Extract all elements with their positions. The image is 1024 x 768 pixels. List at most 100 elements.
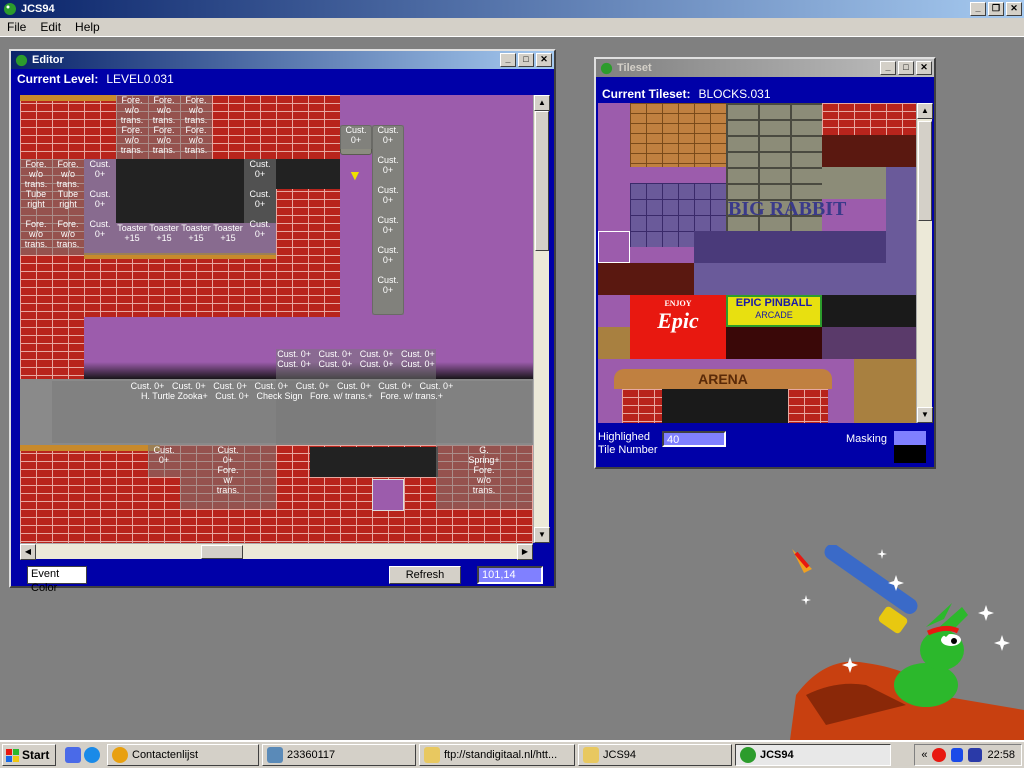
menu-edit[interactable]: Edit [33,20,68,34]
windows-logo-icon [6,748,19,762]
tileset-minimize-button[interactable]: _ [880,61,896,75]
menu-bar: File Edit Help [0,18,1024,37]
tileset-title: Tileset [617,62,652,74]
scroll-right-button[interactable]: ▶ [517,544,533,560]
scroll-thumb[interactable] [201,545,243,559]
highlighted-label: Highlighed Tile Number [598,431,658,457]
ftp-folder-icon [424,747,440,763]
scroll-thumb[interactable] [535,111,549,251]
highlighted-label-line1: Highlighed [598,431,650,443]
folder-icon [583,747,599,763]
antivirus-icon[interactable] [932,748,947,762]
tile-label: G. Spring+ Fore. w/o trans. [436,445,532,509]
start-label: Start [22,748,50,762]
editor-title: Editor [32,54,64,66]
task-label: ftp://standigitaal.nl/htt... [444,749,558,761]
level-bar: Current Level: LEVEL0.031 [11,69,554,89]
pinball-text: EPIC PINBALL [735,297,813,309]
tileset-bar: Current Tileset: BLOCKS.031 [596,84,934,104]
menu-file[interactable]: File [0,20,33,34]
arcade-text: ARCADE [755,310,793,320]
tile-label: Fore. w/o trans. Tube right Fore. w/o trans. [20,159,52,255]
tile-label: Cust. 0+ Fore. w/trans. [180,445,276,509]
tile-label: Fore. w/o trans. Fore. w/o trans. [148,95,180,159]
jazz-icon [740,747,756,763]
task-label: 23360117 [287,749,336,761]
taskbar: Start Contactenlijst 23360117 ftp://stan… [0,740,1024,768]
tile-label-row: Cust. 0+ Cust. 0+ Cust. 0+ Cust. 0+ Cust… [52,381,532,443]
msn-icon [112,747,128,763]
level-canvas[interactable]: ▼ Fore. w/o trans. Fore. w/o trans. Fore. w/o t… [20,95,533,543]
minimize-button[interactable]: _ [970,2,986,16]
tileset-value: BLOCKS.031 [698,87,771,101]
jazz-icon [4,3,16,15]
tileset-canvas[interactable]: BIG RABBIT ENJOY Epic EPIC PINBALL ARCAD… [598,103,916,423]
tileset-close-button[interactable]: ✕ [916,61,932,75]
show-desktop-icon[interactable] [65,747,81,763]
tile-label: Cust. 0+ Cust. 0+ Cust. 0+ [84,159,116,255]
scroll-left-button[interactable]: ◀ [20,544,36,560]
tileset-maximize-button[interactable]: □ [898,61,914,75]
editor-close-button[interactable]: ✕ [536,53,552,67]
level-label: Current Level: [17,72,99,86]
image-icon [267,747,283,763]
system-tray: « 22:58 [914,744,1022,766]
task-label: JCS94 [603,749,637,761]
start-button[interactable]: Start [2,744,56,766]
masking-label: Masking [846,433,887,445]
main-title-bar[interactable]: JCS94 _ ❐ ✕ [0,0,1024,18]
scroll-thumb[interactable] [918,121,932,221]
jazz-mascot-image [790,545,1024,740]
tile-label: Fore. w/o trans. Fore. w/o trans. [180,95,212,159]
task-label: Contactenlijst [132,749,199,761]
close-button[interactable]: ✕ [1006,2,1022,16]
tile-label: Fore. w/o trans. Fore. w/o trans. [116,95,148,159]
coords-field: 101,14 [477,566,543,584]
jazz-icon [600,62,613,74]
task-label: JCS94 [760,749,794,761]
event-color-swatch[interactable]: Event Color [27,566,87,594]
editor-vertical-scrollbar[interactable]: ▲ ▼ [533,95,550,543]
editor-maximize-button[interactable]: □ [518,53,534,67]
highlighted-label-line2: Tile Number [598,444,658,456]
shield-icon[interactable] [968,748,983,762]
task-ftp[interactable]: ftp://standigitaal.nl/htt... [419,744,575,766]
tile-label: Toaster +15 [212,223,244,255]
scroll-up-button[interactable]: ▲ [917,103,933,119]
task-jcs94-app[interactable]: JCS94 [735,744,891,766]
tile-label: Cust. 0+ [340,125,372,149]
arrow-down-icon: ▼ [348,167,362,183]
masking-swatch[interactable] [894,431,926,445]
clock: 22:58 [987,749,1015,761]
scroll-up-button[interactable]: ▲ [534,95,550,111]
tile-label: Toaster +15 [116,223,148,255]
level-value: LEVEL0.031 [106,72,174,86]
task-jcs94-folder[interactable]: JCS94 [578,744,732,766]
task-contactenlijst[interactable]: Contactenlijst [107,744,259,766]
tile-label: Cust. 0+ [148,445,180,477]
epic-text: Epic [657,308,699,333]
menu-help[interactable]: Help [68,20,107,34]
refresh-button[interactable]: Refresh [389,566,461,584]
highlighted-tile-field: 40 [662,431,726,447]
tileset-label: Current Tileset: [602,87,691,101]
editor-minimize-button[interactable]: _ [500,53,516,67]
tileset-title-bar[interactable]: Tileset _ □ ✕ [596,59,934,77]
epic-sign: ENJOY Epic [630,295,726,359]
tile-label: Fore. w/o trans. Tube right Fore. w/o trans. [52,159,84,255]
jazz-icon [15,54,28,66]
editor-window: Editor _ □ ✕ Current Level: LEVEL0.031 ▼ [9,49,556,594]
arena-sign: ARENA [614,369,832,389]
editor-horizontal-scrollbar[interactable]: ◀ ▶ [20,543,533,560]
task-23360117[interactable]: 23360117 [262,744,416,766]
app-title: JCS94 [21,3,55,15]
scroll-down-button[interactable]: ▼ [534,527,550,543]
tile-label: Toaster +15 [180,223,212,255]
scroll-down-button[interactable]: ▼ [917,407,933,423]
restore-button[interactable]: ❐ [988,2,1004,16]
bluetooth-icon[interactable] [951,748,964,762]
tray-expand-icon[interactable]: « [921,749,927,761]
internet-explorer-icon[interactable] [84,747,100,763]
editor-title-bar[interactable]: Editor _ □ ✕ [11,51,554,69]
tileset-vertical-scrollbar[interactable]: ▲ ▼ [916,103,933,423]
